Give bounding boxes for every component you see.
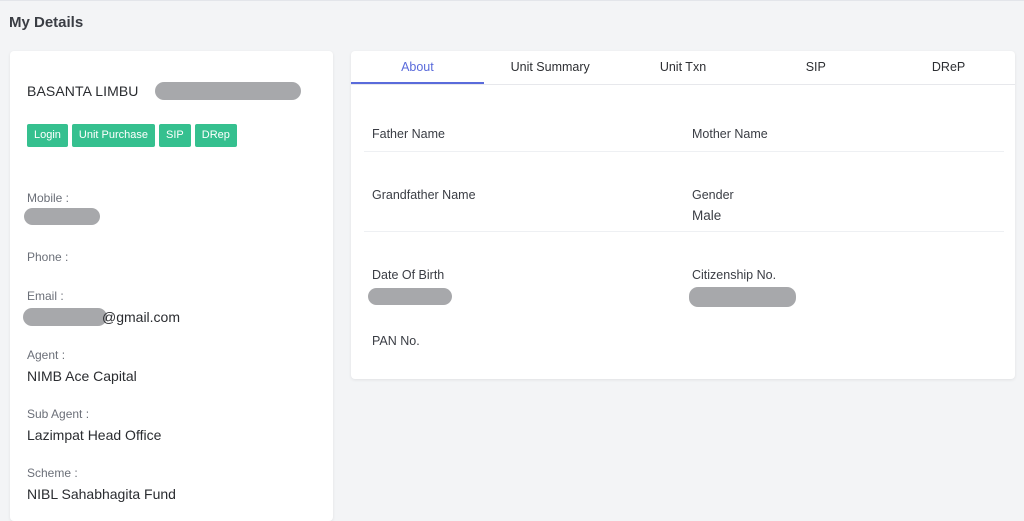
citizenship-label: Citizenship No. bbox=[692, 268, 777, 282]
tab-unit-txn[interactable]: Unit Txn bbox=[617, 51, 750, 84]
unit-purchase-button[interactable]: Unit Purchase bbox=[71, 124, 156, 147]
page-title: My Details bbox=[9, 14, 84, 31]
row-divider bbox=[364, 231, 1004, 232]
redacted-id bbox=[155, 82, 301, 100]
tab-unit-summary[interactable]: Unit Summary bbox=[484, 51, 617, 84]
agent-value: NIMB Ace Capital bbox=[27, 368, 137, 384]
mobile-label: Mobile : bbox=[27, 191, 70, 205]
grandfather-name-label: Grandfather Name bbox=[372, 188, 476, 202]
details-card: About Unit Summary Unit Txn SIP DReP Fat… bbox=[351, 51, 1015, 379]
action-buttons: Login Unit Purchase SIP DRep bbox=[27, 124, 237, 147]
agent-label: Agent : bbox=[27, 348, 66, 362]
profile-card: BASANTA LIMBU Login Unit Purchase SIP DR… bbox=[10, 51, 333, 521]
row-divider bbox=[364, 151, 1004, 152]
top-border bbox=[0, 0, 1024, 1]
profile-name: BASANTA LIMBU bbox=[27, 83, 139, 99]
scheme-label: Scheme : bbox=[27, 466, 78, 480]
sip-button[interactable]: SIP bbox=[159, 124, 191, 147]
redacted-mobile bbox=[24, 208, 100, 225]
email-label: Email : bbox=[27, 289, 64, 303]
sub-agent-label: Sub Agent : bbox=[27, 407, 90, 421]
gender-label: Gender bbox=[692, 188, 734, 202]
scheme-value: NIBL Sahabhagita Fund bbox=[27, 486, 176, 502]
tab-bar: About Unit Summary Unit Txn SIP DReP bbox=[351, 51, 1015, 85]
redacted-email bbox=[23, 308, 107, 326]
tab-about[interactable]: About bbox=[351, 51, 484, 84]
pan-label: PAN No. bbox=[372, 334, 420, 348]
dob-label: Date Of Birth bbox=[372, 268, 445, 282]
gender-value: Male bbox=[692, 208, 722, 223]
sub-agent-value: Lazimpat Head Office bbox=[27, 427, 162, 443]
drep-button[interactable]: DRep bbox=[194, 124, 237, 147]
redacted-dob bbox=[368, 288, 452, 305]
email-value: @gmail.com bbox=[102, 309, 181, 325]
father-name-label: Father Name bbox=[372, 127, 445, 141]
mother-name-label: Mother Name bbox=[692, 127, 768, 141]
login-button[interactable]: Login bbox=[27, 124, 68, 147]
tab-sip[interactable]: SIP bbox=[749, 51, 882, 84]
phone-label: Phone : bbox=[27, 250, 69, 264]
redacted-citizenship bbox=[689, 287, 796, 307]
tab-drep[interactable]: DReP bbox=[882, 51, 1015, 84]
